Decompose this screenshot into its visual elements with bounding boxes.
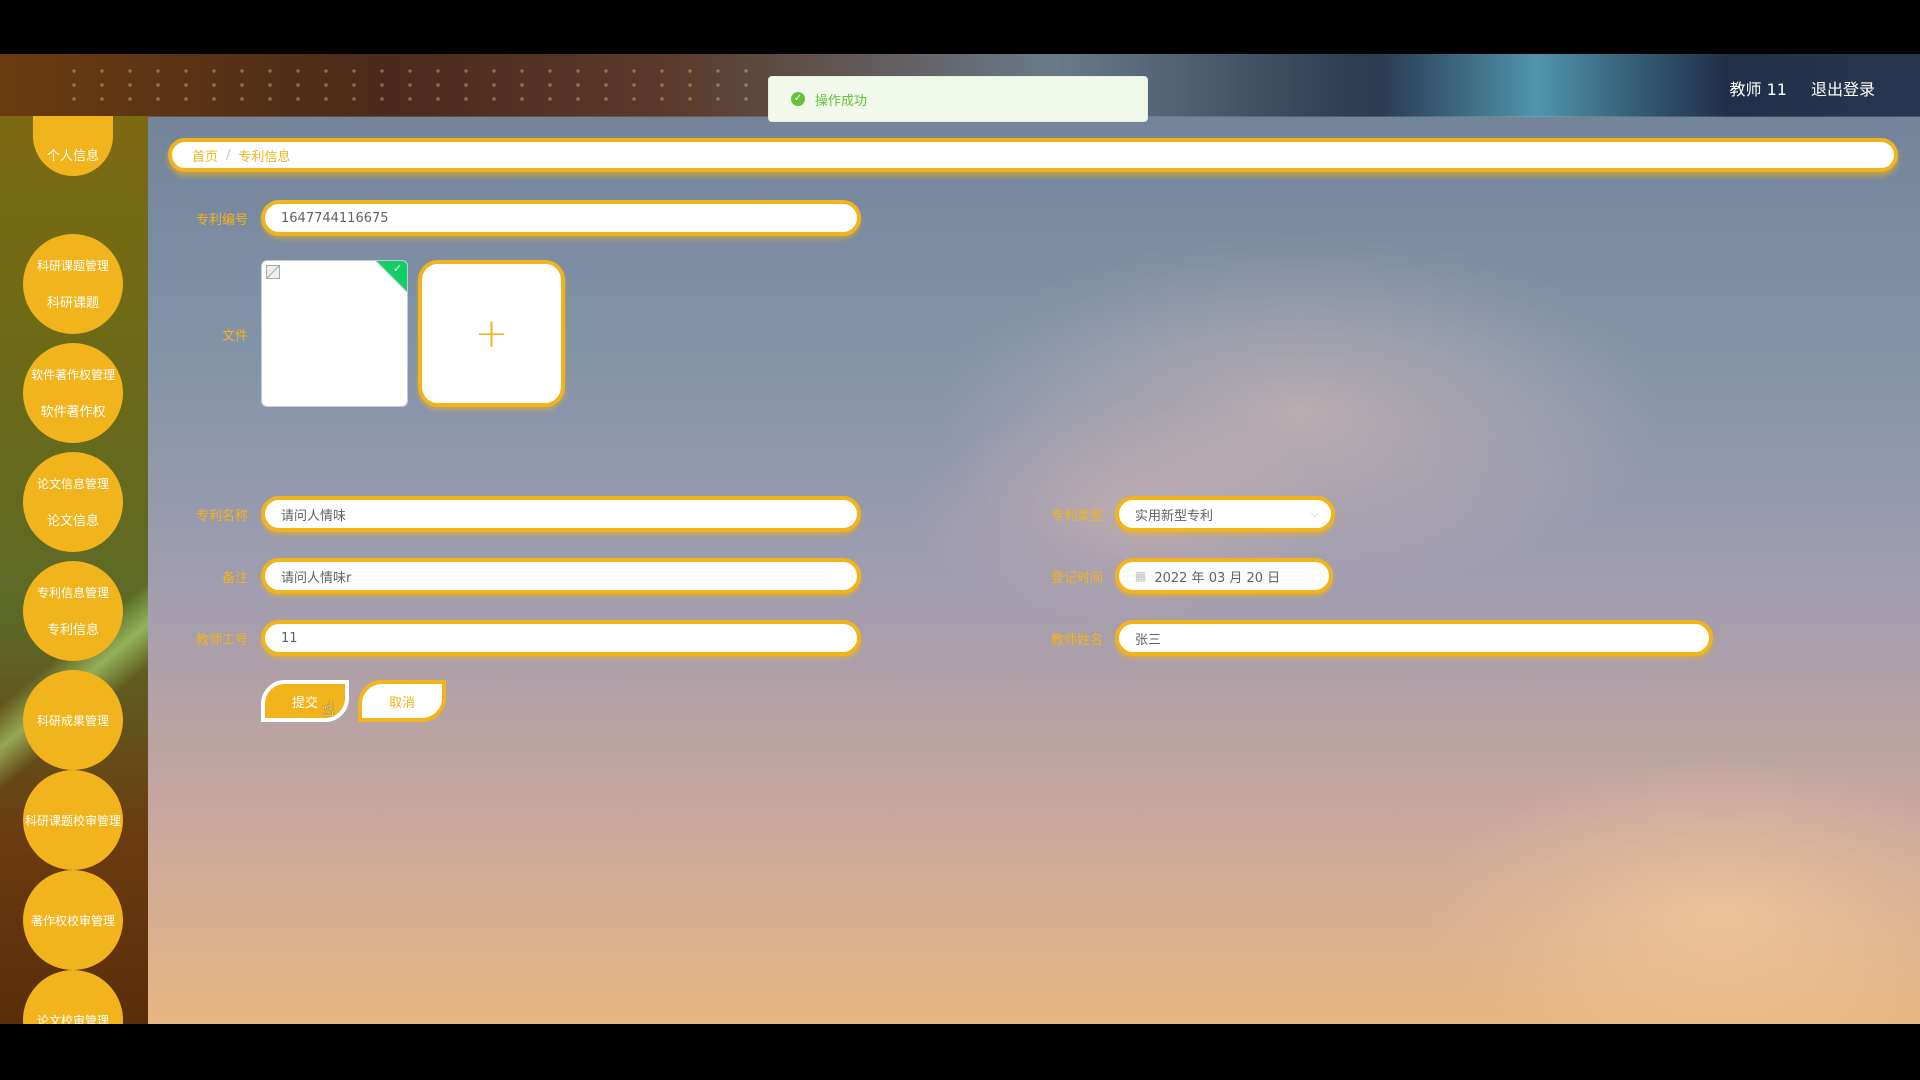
reg-time-value: 2022 年 03 月 20 日 — [1154, 570, 1281, 586]
sidebar-item-label: 著作权校审管理 — [30, 913, 115, 928]
patent-type-select[interactable]: 实用新型专利 ⌵ — [1115, 496, 1335, 532]
teacher-name-input[interactable]: 张三 — [1115, 620, 1713, 656]
sidebar-item-research-topic[interactable]: 科研课题管理 科研课题 — [23, 234, 123, 334]
sidebar-item-label: 科研成果管理 — [36, 713, 109, 728]
patent-type-label: 专利类型 — [1050, 509, 1103, 524]
submit-button[interactable]: 提交 — [261, 680, 349, 722]
upload-add-button[interactable]: + — [418, 260, 565, 407]
sidebar-item-software-copyright[interactable]: 软件著作权管理 软件著作权 — [23, 343, 123, 443]
remark-input[interactable]: 请问人情味r — [261, 558, 861, 594]
sidebar-item-label: 科研课题管理 — [36, 259, 109, 273]
remark-label: 备注 — [221, 571, 248, 586]
header-user-area: 教师 11 退出登录 — [1730, 76, 1875, 100]
breadcrumb-separator: / — [226, 147, 231, 163]
broken-image-icon — [266, 265, 280, 279]
chevron-down-icon: ⌵ — [1310, 507, 1319, 520]
sidebar-item-label: 专利信息管理 — [36, 586, 109, 600]
breadcrumb: 首页 / 专利信息 — [168, 138, 1898, 172]
check-circle-icon: ✓ — [791, 92, 805, 106]
sidebar-item-label: 科研课题校审管理 — [24, 813, 121, 828]
sidebar-subitem-paper-info[interactable]: 论文信息 — [47, 510, 99, 529]
cancel-label: 取消 — [388, 695, 415, 711]
current-user[interactable]: 教师 11 — [1730, 76, 1787, 100]
breadcrumb-home[interactable]: 首页 — [192, 146, 218, 165]
sidebar-item-copyright-review[interactable]: 著作权校审管理 — [23, 870, 123, 970]
teacher-id-value: 11 — [281, 630, 298, 646]
notification-message: 操作成功 — [815, 93, 868, 109]
sidebar-item-label: 论文校审管理 — [36, 1013, 109, 1025]
uploaded-file-thumbnail[interactable]: ✓ — [261, 260, 408, 407]
header-decoration — [60, 64, 760, 104]
patent-no-value: 1647744116675 — [281, 210, 389, 226]
patent-no-input[interactable]: 1647744116675 — [261, 200, 861, 236]
remark-value: 请问人情味r — [281, 570, 352, 586]
sidebar-item-personal-info[interactable]: 个人信息 — [33, 116, 113, 176]
submit-label: 提交 — [291, 695, 318, 711]
sidebar-subitem-patent-info[interactable]: 专利信息 — [47, 619, 99, 638]
sidebar-item-patent-info[interactable]: 专利信息管理 专利信息 — [23, 561, 123, 661]
cancel-button[interactable]: 取消 — [358, 680, 446, 722]
reg-time-label: 登记时间 — [1050, 571, 1103, 586]
reg-time-datepicker[interactable]: ▦ 2022 年 03 月 20 日 — [1115, 558, 1333, 594]
sidebar-item-topic-review[interactable]: 科研课题校审管理 — [23, 770, 123, 870]
patent-name-value: 请问人情味 — [281, 508, 347, 524]
sidebar-item-paper-info[interactable]: 论文信息管理 论文信息 — [23, 452, 123, 552]
logout-link[interactable]: 退出登录 — [1811, 76, 1875, 100]
plus-icon: + — [474, 310, 509, 357]
teacher-id-label: 教师工号 — [195, 633, 248, 648]
calendar-icon: ▦ — [1135, 569, 1147, 583]
sidebar-subitem-research-topic[interactable]: 科研课题 — [47, 292, 99, 311]
sidebar-item-label: 软件著作权管理 — [30, 368, 115, 382]
sidebar-item-paper-review[interactable]: 论文校审管理 — [23, 970, 123, 1024]
sidebar: 个人信息 科研课题管理 科研课题 软件著作权管理 软件著作权 论文信息管理 论文… — [0, 116, 148, 1024]
patent-name-input[interactable]: 请问人情味 — [261, 496, 861, 532]
teacher-name-label: 教师姓名 — [1050, 633, 1103, 648]
check-icon: ✓ — [392, 261, 403, 275]
patent-no-label: 专利编号 — [195, 213, 248, 228]
sidebar-item-research-achievement[interactable]: 科研成果管理 — [23, 670, 123, 770]
success-notification: ✓ 操作成功 — [768, 76, 1148, 122]
file-label: 文件 — [221, 329, 248, 344]
breadcrumb-current: 专利信息 — [238, 149, 291, 165]
patent-type-value: 实用新型专利 — [1135, 508, 1214, 524]
teacher-name-value: 张三 — [1135, 632, 1162, 648]
patent-name-label: 专利名称 — [195, 509, 248, 524]
sidebar-subitem-software-copyright[interactable]: 软件著作权 — [40, 401, 105, 420]
sidebar-item-label: 个人信息 — [46, 149, 99, 164]
pointer-cursor-icon: ☝ — [322, 697, 335, 721]
sidebar-item-label: 论文信息管理 — [36, 477, 109, 491]
upload-success-badge: ✓ — [375, 261, 407, 293]
teacher-id-input[interactable]: 11 — [261, 620, 861, 656]
